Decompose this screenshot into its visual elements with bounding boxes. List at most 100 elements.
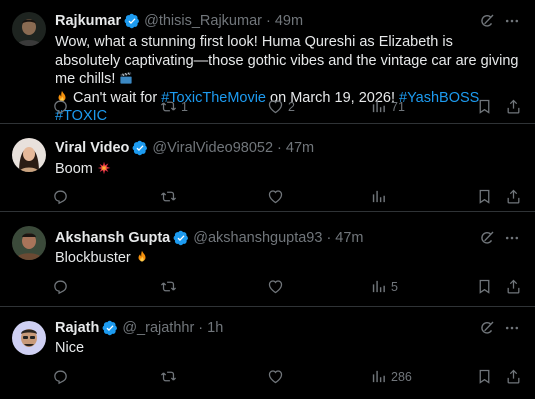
bookmark-button[interactable] — [476, 278, 493, 295]
collision-emoji-icon — [97, 161, 111, 175]
retweet-button[interactable] — [160, 368, 181, 385]
more-icon[interactable] — [503, 320, 521, 336]
avatar-image — [12, 321, 46, 355]
reply-button[interactable] — [52, 368, 69, 385]
reply-button[interactable] — [52, 98, 69, 115]
more-icon[interactable] — [503, 13, 521, 29]
share-button[interactable] — [505, 278, 522, 295]
like-button[interactable]: 2 — [267, 98, 295, 115]
tweet-text: Nice — [55, 339, 521, 358]
display-name[interactable]: Viral Video — [55, 139, 129, 157]
separator-dot: · — [265, 13, 271, 29]
timestamp[interactable]: 49m — [275, 12, 303, 30]
reply-feed: Rajkumar @thisis_Rajkumar · 49m Wow, wha… — [0, 0, 535, 399]
grok-icon[interactable] — [479, 13, 495, 29]
tweet-text-part: Boom — [55, 161, 93, 177]
timestamp[interactable]: 47m — [286, 139, 314, 157]
bookmark-button[interactable] — [476, 368, 493, 385]
user-handle[interactable]: @akshanshgupta93 — [193, 229, 322, 247]
views-button[interactable] — [370, 188, 391, 205]
avatar[interactable] — [12, 138, 46, 172]
retweet-button[interactable]: 1 — [160, 98, 188, 115]
avatar-image — [12, 226, 46, 260]
view-count: 71 — [391, 99, 405, 114]
user-handle[interactable]: @thisis_Rajkumar — [144, 12, 262, 30]
bookmark-button[interactable] — [476, 188, 493, 205]
tweet-text-part: Blockbuster — [55, 250, 131, 266]
user-handle[interactable]: @_rajathhr — [122, 319, 194, 337]
views-icon — [370, 368, 387, 385]
share-button[interactable] — [505, 188, 522, 205]
views-button[interactable]: 71 — [370, 98, 405, 115]
verified-badge-icon — [124, 13, 140, 29]
verified-badge-icon — [102, 320, 118, 336]
like-button[interactable] — [267, 278, 288, 295]
retweet-icon — [160, 98, 177, 115]
reply-icon — [52, 98, 69, 115]
user-handle[interactable]: @ViralVideo98052 — [152, 139, 273, 157]
retweet-icon — [160, 368, 177, 385]
action-bar: 5 — [52, 278, 522, 296]
views-icon — [370, 98, 387, 115]
avatar[interactable] — [12, 321, 46, 355]
share-button[interactable] — [505, 368, 522, 385]
views-button[interactable]: 286 — [370, 368, 412, 385]
like-icon — [267, 98, 284, 115]
timestamp[interactable]: 1h — [207, 319, 223, 337]
like-icon — [267, 188, 284, 205]
view-count: 5 — [391, 279, 398, 294]
display-name[interactable]: Rajath — [55, 319, 99, 337]
bookmark-icon — [476, 98, 493, 115]
bookmark-icon — [476, 278, 493, 295]
tweet-rajath[interactable]: Rajath @_rajathhr · 1h Nice 286 — [0, 307, 535, 399]
reply-icon — [52, 188, 69, 205]
fire-emoji-icon — [135, 250, 149, 264]
retweet-button[interactable] — [160, 278, 181, 295]
tweet-akshansh-gupta[interactable]: Akshansh Gupta @akshanshgupta93 · 47m Bl… — [0, 212, 535, 307]
grok-icon[interactable] — [479, 230, 495, 246]
verified-badge-icon — [173, 230, 189, 246]
tweet-text: Blockbuster — [55, 249, 521, 268]
views-icon — [370, 278, 387, 295]
like-button[interactable] — [267, 368, 288, 385]
share-icon — [505, 188, 522, 205]
tweet-viral-video[interactable]: Viral Video @ViralVideo98052 · 47m Boom — [0, 124, 535, 212]
reply-button[interactable] — [52, 278, 69, 295]
tweet-header: Rajkumar @thisis_Rajkumar · 49m — [55, 12, 303, 30]
like-button[interactable] — [267, 188, 288, 205]
views-button[interactable]: 5 — [370, 278, 398, 295]
tweet-header: Viral Video @ViralVideo98052 · 47m — [55, 139, 314, 157]
like-count: 2 — [288, 99, 295, 114]
view-count: 286 — [391, 369, 412, 384]
reply-button[interactable] — [52, 188, 69, 205]
separator-dot: · — [326, 230, 332, 246]
more-icon[interactable] — [503, 230, 521, 246]
retweet-icon — [160, 188, 177, 205]
share-icon — [505, 278, 522, 295]
display-name[interactable]: Akshansh Gupta — [55, 229, 170, 247]
bookmark-icon — [476, 188, 493, 205]
tweet-header: Akshansh Gupta @akshanshgupta93 · 47m — [55, 229, 364, 247]
separator-dot: · — [198, 320, 204, 336]
share-icon — [505, 368, 522, 385]
avatar[interactable] — [12, 12, 46, 46]
tweet-text: Boom — [55, 160, 521, 179]
bookmark-icon — [476, 368, 493, 385]
share-button[interactable] — [505, 98, 522, 115]
timestamp[interactable]: 47m — [335, 229, 363, 247]
tweet-header: Rajath @_rajathhr · 1h — [55, 319, 223, 337]
clapper-emoji-icon — [119, 71, 133, 85]
reply-icon — [52, 278, 69, 295]
like-icon — [267, 368, 284, 385]
separator-dot: · — [277, 140, 282, 156]
tweet-rajkumar[interactable]: Rajkumar @thisis_Rajkumar · 49m Wow, wha… — [0, 0, 535, 124]
action-bar: 1 2 71 — [52, 98, 522, 116]
retweet-count: 1 — [181, 99, 188, 114]
bookmark-button[interactable] — [476, 98, 493, 115]
display-name[interactable]: Rajkumar — [55, 12, 121, 30]
avatar[interactable] — [12, 226, 46, 260]
grok-icon[interactable] — [479, 320, 495, 336]
retweet-button[interactable] — [160, 188, 181, 205]
action-bar: 286 — [52, 368, 522, 386]
verified-badge-icon — [132, 140, 148, 156]
